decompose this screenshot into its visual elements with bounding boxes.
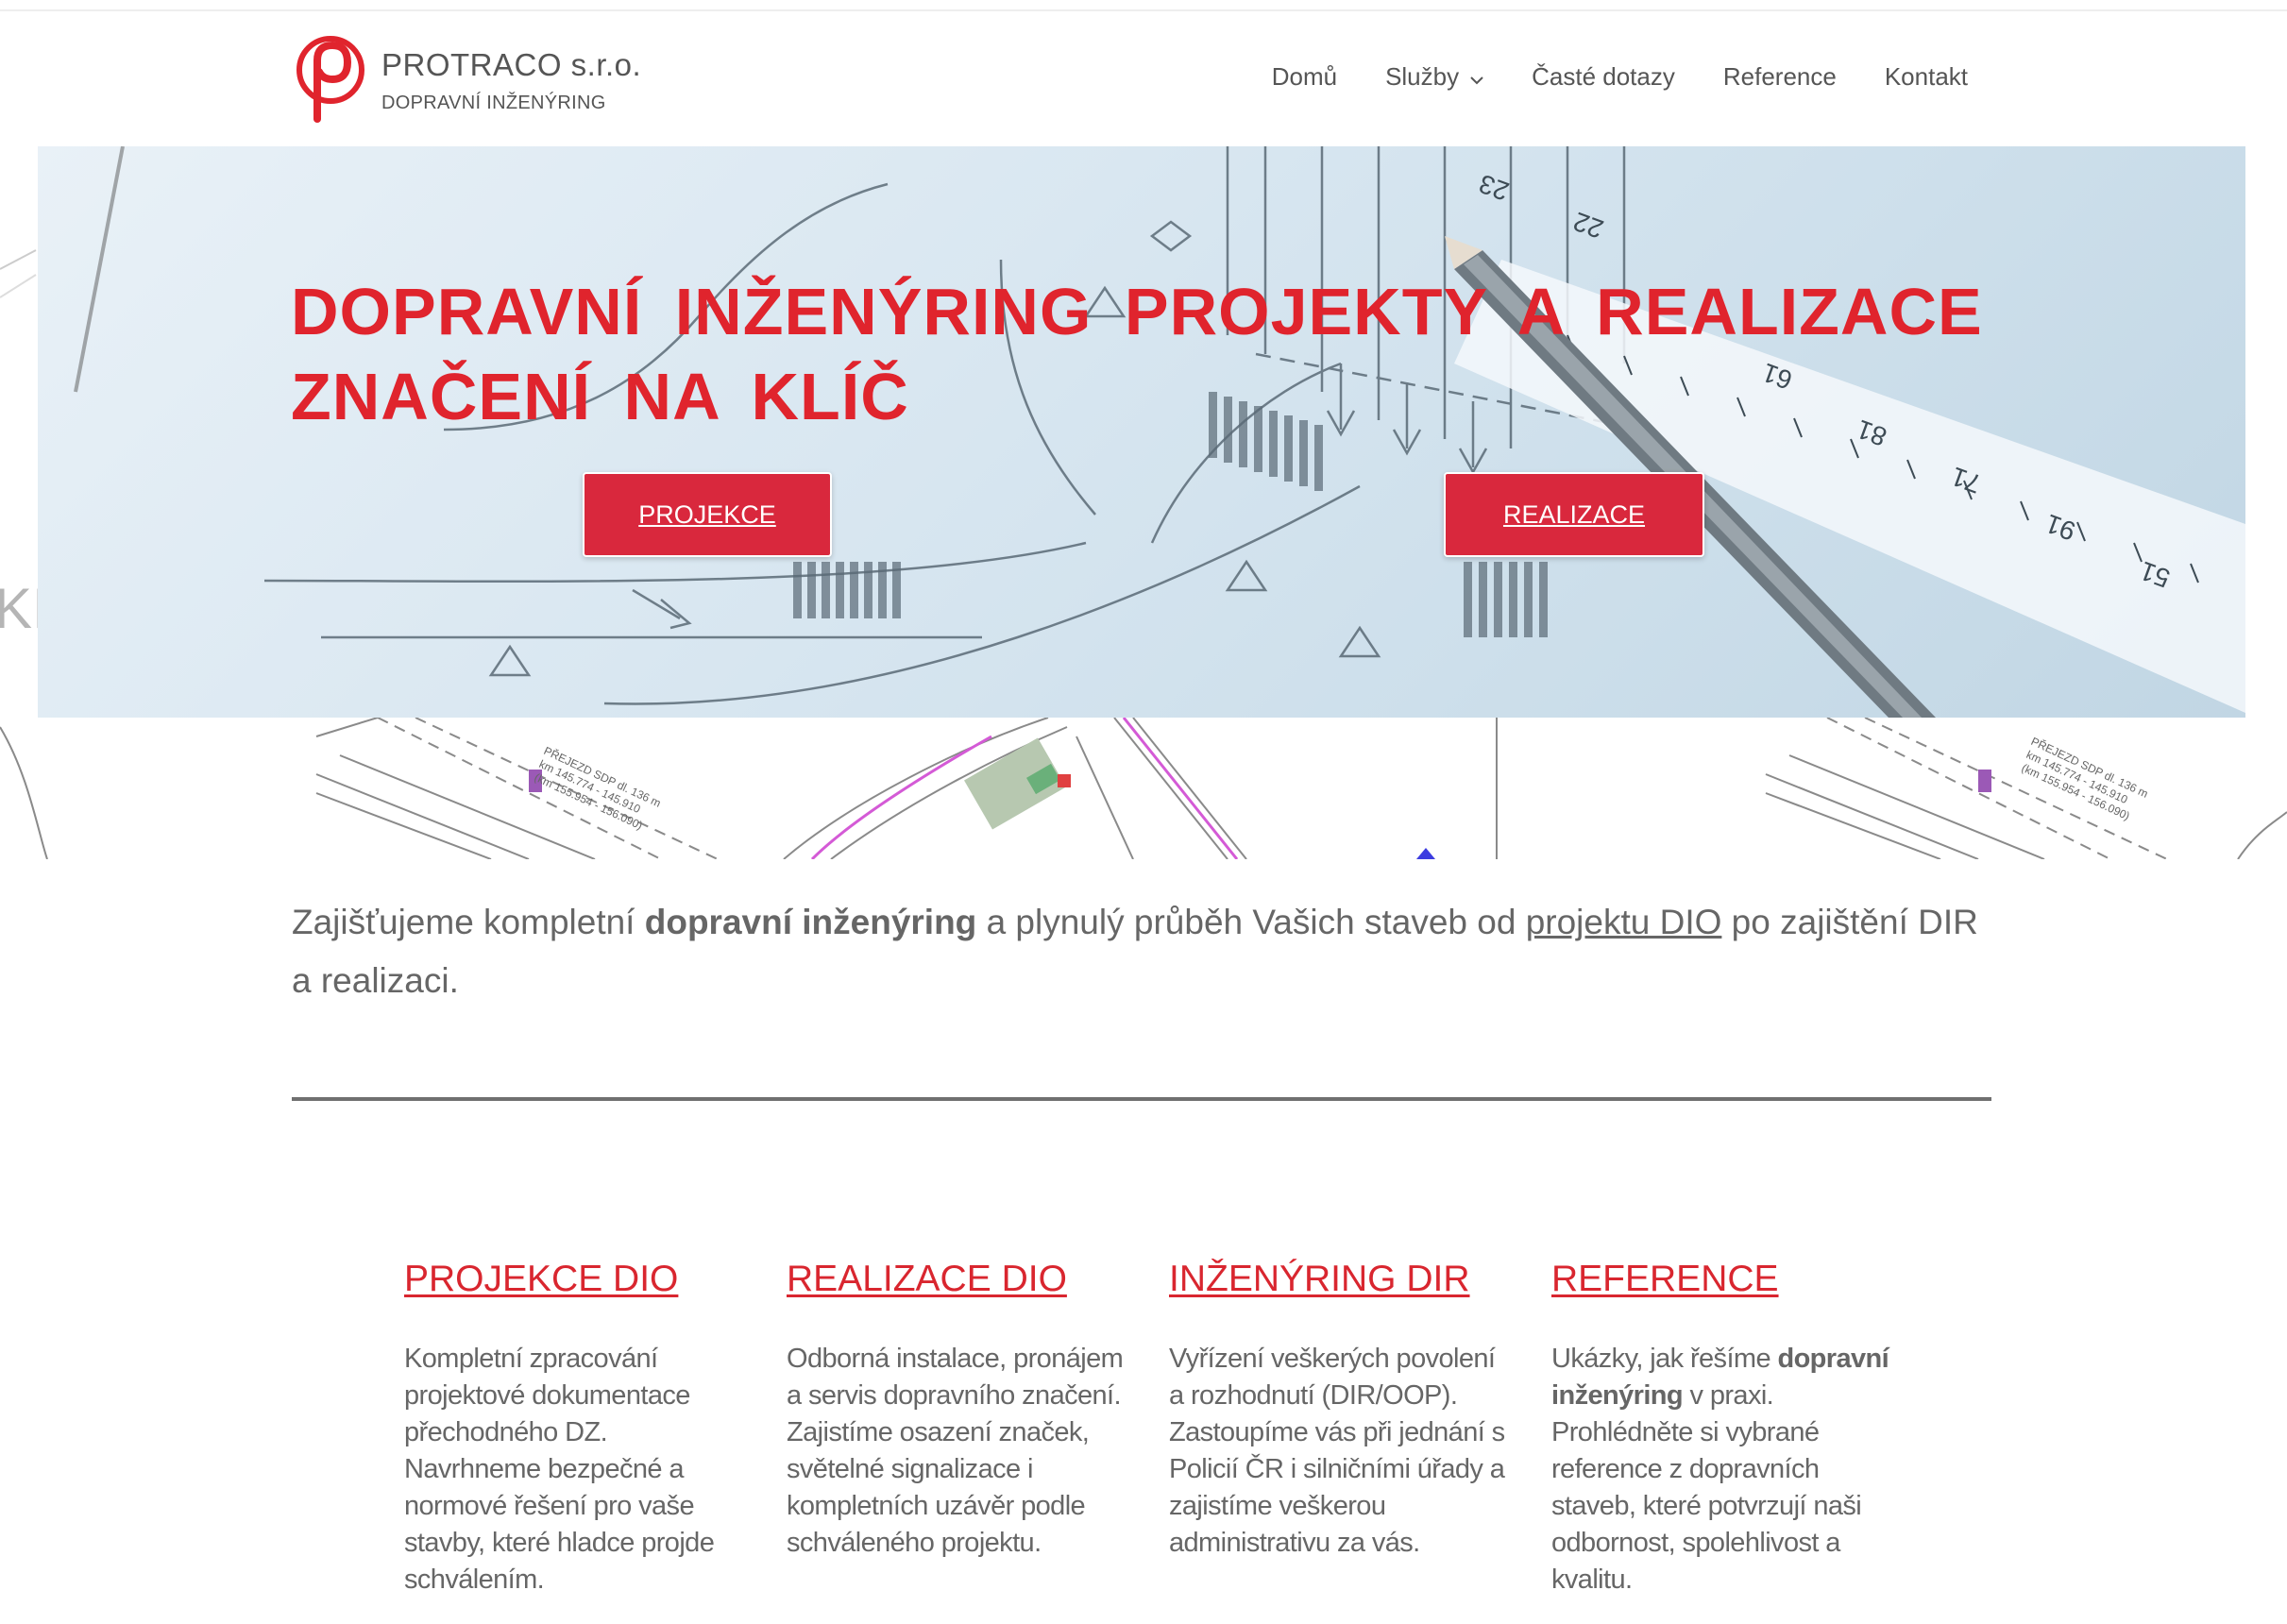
service-title-reference[interactable]: REFERENCE	[1551, 1258, 1891, 1301]
nav-item-sluzby-label: Služby	[1385, 62, 1460, 91]
intro-paragraph: Zajišťujeme kompletní dopravní inženýrin…	[292, 893, 1991, 1010]
company-name: PROTRACO s.r.o.	[381, 46, 642, 82]
svg-text:22: 22	[1569, 207, 1607, 245]
realizace-button[interactable]: REALIZACE	[1444, 472, 1704, 557]
intro-text-1: Zajišťujeme kompletní	[292, 903, 645, 941]
service-text-projekce: Kompletní zpracování projektové dokument…	[404, 1344, 715, 1595]
svg-text:KI: KI	[0, 577, 38, 640]
service-title-projekce[interactable]: PROJEKCE DIO	[404, 1258, 744, 1301]
reference-text-2: v praxi. Prohlédněte si vybrané referenc…	[1551, 1380, 1862, 1595]
chevron-down-icon	[1470, 62, 1483, 92]
hero-title-line2: ZNAČENÍ NA KLÍČ	[291, 360, 909, 433]
map-strip: PŘEJEZD SDP dl. 136 m km 145.774 - 145.9…	[0, 718, 2287, 859]
service-column-inzenyring: INŽENÝRING DIR Vyřízení veškerých povole…	[1169, 1258, 1509, 1562]
service-column-projekce: PROJEKCE DIO Kompletní zpracování projek…	[404, 1258, 744, 1599]
service-column-realizace: REALIZACE DIO Odborná instalace, pronáje…	[787, 1258, 1127, 1562]
service-text-inzenyring: Vyřízení veškerých povolení a rozhodnutí…	[1169, 1344, 1505, 1558]
section-divider	[292, 1097, 1991, 1101]
svg-text:23: 23	[1475, 169, 1513, 207]
hero-banner: 61 81 71 91 51 23 22 DOPRAVNÍ INŽENÝRING…	[38, 146, 2245, 718]
intro-bold: dopravní inženýring	[644, 903, 977, 941]
service-title-realizace[interactable]: REALIZACE DIO	[787, 1258, 1127, 1301]
reference-text-1: Ukázky, jak řešíme	[1551, 1344, 1778, 1374]
nav-item-domu[interactable]: Domů	[1272, 62, 1337, 92]
service-text-reference: Ukázky, jak řešíme dopravní inženýring v…	[1551, 1341, 1891, 1599]
projekce-button[interactable]: PROJEKCE	[583, 472, 832, 557]
nav-item-caste-dotazy[interactable]: Časté dotazy	[1532, 62, 1675, 92]
hero-title: DOPRAVNÍ INŽENÝRING PROJEKTY A REALIZACE…	[291, 269, 1983, 439]
hero-title-line1: DOPRAVNÍ INŽENÝRING PROJEKTY A REALIZACE	[291, 275, 1983, 348]
nav-item-sluzby[interactable]: Služby	[1385, 62, 1483, 92]
side-decoration-left: KI	[0, 249, 38, 640]
main-nav: Domů Služby Časté dotazy Reference Konta…	[1272, 62, 1968, 92]
service-title-inzenyring[interactable]: INŽENÝRING DIR	[1169, 1258, 1509, 1301]
intro-text-2: a plynulý průběh Vašich staveb od	[976, 903, 1526, 941]
company-tagline: DOPRAVNÍ INŽENÝRING	[381, 92, 606, 113]
top-rule	[0, 9, 2287, 11]
service-text-realizace: Odborná instalace, pronájem a servis dop…	[787, 1344, 1124, 1558]
projekt-dio-link[interactable]: projektu DIO	[1526, 903, 1722, 941]
nav-item-reference[interactable]: Reference	[1723, 62, 1837, 92]
nav-item-kontakt[interactable]: Kontakt	[1885, 62, 1968, 92]
map-strip-illustration: PŘEJEZD SDP dl. 136 m km 145.774 - 145.9…	[0, 718, 2287, 859]
site-logo[interactable]: PROTRACO s.r.o. DOPRAVNÍ INŽENÝRING	[289, 32, 641, 123]
protraco-logo-icon	[296, 36, 364, 123]
service-column-reference: REFERENCE Ukázky, jak řešíme dopravní in…	[1551, 1258, 1891, 1599]
